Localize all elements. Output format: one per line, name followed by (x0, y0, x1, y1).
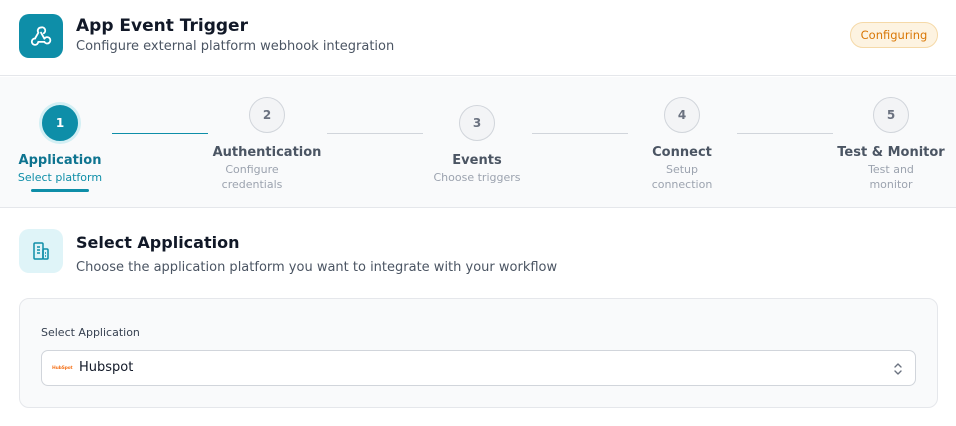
application-select[interactable]: HubSpot Hubspot (41, 350, 916, 386)
hubspot-logo: HubSpot (52, 366, 73, 371)
selected-application: Hubspot (79, 360, 134, 375)
step-4-sublabel: Setup connection (651, 163, 713, 191)
section-title: Select Application (76, 233, 240, 252)
step-1-sublabel: Select platform (17, 171, 103, 184)
step-connector-3 (532, 133, 628, 134)
step-5-label[interactable]: Test & Monitor (821, 145, 956, 160)
progress-stepper: 1 Application Select platform 2 Authenti… (0, 77, 956, 208)
step-connector-2 (327, 133, 423, 134)
step-5-circle[interactable]: 5 (873, 97, 909, 133)
step-3-circle[interactable]: 3 (459, 105, 495, 141)
page-title: App Event Trigger (76, 16, 248, 36)
step-connector-1 (112, 133, 208, 134)
step-3-label[interactable]: Events (407, 153, 547, 168)
step-5-sublabel: Test and monitor (868, 163, 914, 191)
webhook-icon (19, 14, 63, 58)
step-1-label[interactable]: Application (0, 153, 130, 168)
status-badge: Configuring (850, 22, 938, 48)
step-1-circle[interactable]: 1 (42, 105, 78, 141)
application-select-card: Select Application HubSpot Hubspot (19, 298, 938, 408)
step-4-circle[interactable]: 4 (664, 97, 700, 133)
step-2-sublabel: Configure credentials (221, 163, 283, 191)
section-description: Choose the application platform you want… (76, 260, 558, 275)
chevron-up-down-icon[interactable] (891, 360, 905, 378)
building-icon (19, 229, 63, 273)
select-application-label: Select Application (41, 326, 140, 339)
step-2-label[interactable]: Authentication (197, 145, 337, 160)
step-2-circle[interactable]: 2 (249, 97, 285, 133)
page-header: App Event Trigger Configure external pla… (0, 0, 956, 76)
step-4-label[interactable]: Connect (612, 145, 752, 160)
step-connector-4 (737, 133, 833, 134)
active-step-indicator (31, 189, 89, 192)
page-subtitle: Configure external platform webhook inte… (76, 39, 395, 54)
step-3-sublabel: Choose triggers (433, 171, 521, 184)
